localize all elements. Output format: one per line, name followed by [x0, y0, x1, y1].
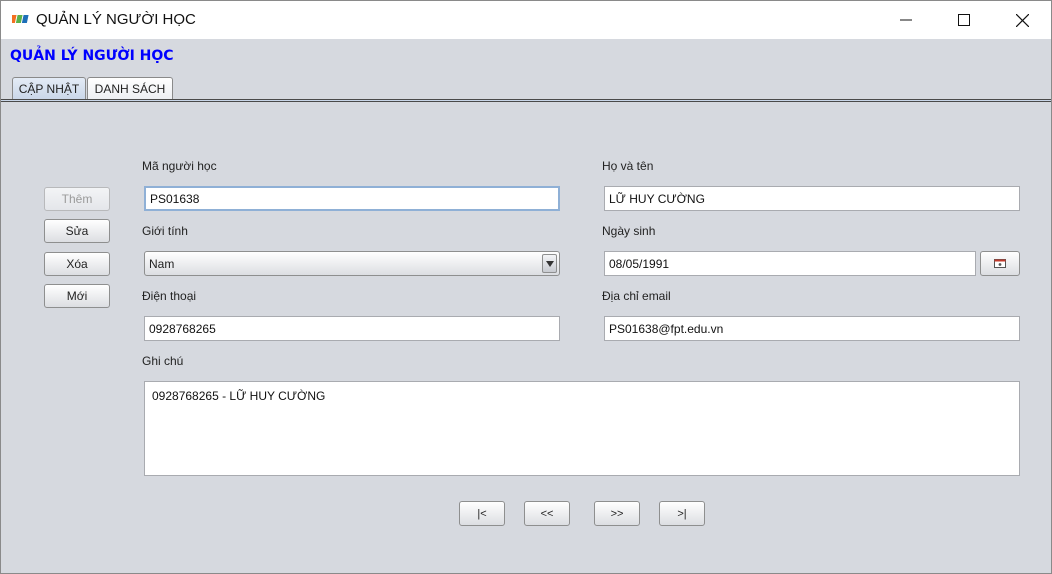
tab-update[interactable]: CẬP NHẬT — [12, 77, 86, 100]
birth-date-field[interactable] — [604, 251, 976, 276]
window-title: QUẢN LÝ NGƯỜI HỌC — [36, 11, 196, 28]
previous-record-button[interactable]: << — [524, 501, 570, 526]
maximize-button[interactable] — [935, 1, 993, 39]
phone-field[interactable] — [144, 316, 560, 341]
email-field[interactable] — [604, 316, 1020, 341]
maximize-icon — [958, 14, 970, 26]
notes-textarea[interactable]: 0928768265 - LỮ HUY CƯỜNG — [144, 381, 1020, 476]
gender-label: Giới tính — [142, 224, 188, 238]
close-icon — [1015, 13, 1029, 27]
minimize-button[interactable] — [877, 1, 935, 39]
gender-select[interactable]: Nam — [144, 251, 560, 276]
full-name-label: Họ và tên — [602, 159, 654, 173]
date-picker-button[interactable] — [980, 251, 1020, 276]
next-record-button[interactable]: >> — [594, 501, 640, 526]
student-id-field[interactable] — [144, 186, 560, 211]
close-button[interactable] — [993, 1, 1051, 39]
chevron-down-icon[interactable] — [542, 254, 557, 273]
calendar-icon — [994, 259, 1006, 268]
minimize-icon — [900, 19, 912, 21]
phone-label: Điện thoại — [142, 289, 197, 303]
full-name-field[interactable] — [604, 186, 1020, 211]
notes-label: Ghi chú — [142, 354, 184, 368]
tab-list[interactable]: DANH SÁCH — [87, 77, 173, 100]
student-id-label: Mã người học — [142, 159, 217, 173]
new-button[interactable]: Mới — [44, 284, 110, 308]
edit-button[interactable]: Sửa — [44, 219, 110, 243]
email-label: Địa chỉ email — [602, 289, 671, 303]
add-button[interactable]: Thêm — [44, 187, 110, 211]
gender-selected-value: Nam — [149, 257, 175, 271]
page-title: QUẢN LÝ NGƯỜI HỌC — [10, 48, 174, 64]
title-bar: QUẢN LÝ NGƯỜI HỌC — [1, 1, 1051, 39]
app-window: QUẢN LÝ NGƯỜI HỌC QUẢN LÝ NGƯỜI HỌC CẬP … — [0, 0, 1052, 574]
tab-divider — [1, 99, 1051, 102]
birth-date-label: Ngày sinh — [602, 224, 656, 238]
delete-button[interactable]: Xóa — [44, 252, 110, 276]
fpt-logo-icon — [9, 13, 30, 25]
last-record-button[interactable]: >| — [659, 501, 705, 526]
first-record-button[interactable]: |< — [459, 501, 505, 526]
